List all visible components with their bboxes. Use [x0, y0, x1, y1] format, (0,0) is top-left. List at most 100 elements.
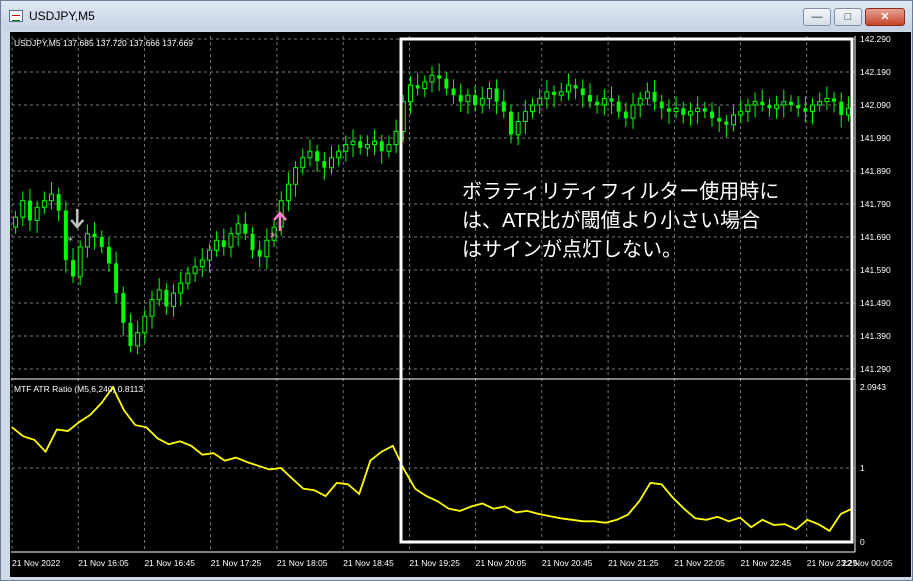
candle-body-bear	[164, 289, 169, 307]
candle-body-bull	[486, 88, 492, 99]
candle-body-bull	[530, 104, 535, 113]
candle-body-bull	[845, 107, 851, 116]
candle-body-bull	[687, 111, 693, 116]
candle-body-bear	[444, 78, 449, 89]
candle-body-bull	[329, 157, 334, 169]
candle-body-bear	[451, 88, 456, 96]
annotation-line: は、ATR比が閾値より小さい場合	[462, 210, 761, 232]
candle-body-bear	[315, 151, 320, 162]
candle-body-bear	[379, 141, 384, 152]
chart-background	[10, 32, 911, 577]
candle-body-bear	[681, 108, 686, 115]
candle-body-bear	[623, 111, 628, 119]
candle-body-bull	[558, 91, 564, 96]
price-tick-label: 141.490	[860, 298, 891, 308]
candle-body-bear	[552, 91, 557, 96]
annotation-line: ボラティリティフィルター使用時に	[462, 181, 780, 203]
candle-body-bull	[544, 91, 550, 99]
candle-body-bear	[128, 322, 133, 346]
candle-body-bear	[473, 95, 478, 105]
candle-body-bull	[429, 74, 435, 83]
price-tick-label: 141.590	[860, 265, 891, 275]
candle-body-bear	[580, 88, 585, 96]
candle-body-bull	[824, 97, 830, 103]
candle-body-bull	[285, 183, 291, 202]
time-tick-label: 22 Nov 00:05	[842, 558, 893, 568]
candle-body-bull	[77, 246, 83, 278]
candle-body-bear	[221, 240, 226, 247]
candle-body-bear	[702, 108, 707, 112]
candle-body-bull	[185, 272, 191, 284]
candle-body-bear	[71, 260, 75, 277]
buy-signal-star: *	[270, 230, 276, 244]
candle-body-bull	[350, 140, 356, 146]
candle-body-bull	[228, 233, 234, 248]
candle-body-bear	[573, 85, 578, 89]
candle-body-bear	[767, 105, 772, 109]
candle-body-bull	[364, 144, 370, 149]
candle-body-bull	[34, 206, 40, 222]
candle-body-bull	[386, 144, 392, 152]
candle-body-bull	[752, 101, 758, 106]
candle-body-bear	[710, 111, 714, 119]
candle-body-bear	[796, 105, 801, 109]
candle-body-bear	[789, 101, 793, 105]
candle-body-bear	[121, 293, 126, 323]
candle-body-bull	[422, 81, 428, 90]
candle-body-bull	[630, 104, 636, 119]
candle-body-bull	[84, 233, 90, 248]
candle-body-bull	[393, 130, 399, 146]
candle-body-bear	[760, 101, 765, 105]
candle-body-bull	[192, 266, 198, 274]
candle-body-bear	[616, 101, 621, 112]
candle-body-bull	[515, 121, 521, 136]
candle-body-bull	[20, 200, 26, 218]
candle-body-bear	[724, 121, 729, 125]
candle-body-bull	[407, 84, 413, 103]
candle-body-bear	[659, 101, 664, 109]
candle-body-bull	[142, 315, 148, 334]
candle-body-bull	[307, 150, 313, 159]
candle-body-bull	[41, 200, 47, 208]
candle-body-bull	[343, 144, 349, 152]
candle-body-bull	[810, 104, 815, 113]
atr-header: MTF ATR Ratio (M5,6,240) 0.8113	[14, 384, 143, 394]
candle-body-bear	[494, 88, 499, 102]
candle-body-bull	[673, 107, 679, 113]
candle-body-bull	[336, 150, 342, 159]
candle-body-bull	[601, 97, 607, 106]
price-tick-label: 141.390	[860, 331, 891, 341]
candle-body-bull	[199, 259, 205, 268]
candle-body-bull	[745, 104, 751, 113]
candle-body-bull	[235, 223, 241, 235]
annotation-line: はサインが点灯しない。	[462, 239, 682, 261]
time-tick-label: 21 Nov 16:05	[78, 558, 129, 568]
time-tick-label: 21 Nov 18:45	[343, 558, 394, 568]
candle-body-bull	[522, 111, 528, 122]
candle-body-bear	[243, 223, 248, 234]
atr-tick-label: 1	[860, 463, 865, 473]
atr-tick-label: 0	[860, 537, 865, 547]
candle-body-bear	[609, 98, 614, 102]
candle-body-bear	[106, 246, 111, 264]
price-tick-label: 141.990	[860, 133, 891, 143]
time-tick-label: 21 Nov 2022	[12, 558, 60, 568]
price-tick-label: 141.690	[860, 232, 891, 242]
candle-body-bull	[149, 299, 155, 317]
candle-body-bull	[738, 111, 744, 116]
time-tick-label: 21 Nov 19:25	[409, 558, 460, 568]
candle-body-bull	[293, 167, 299, 185]
candle-body-bull	[565, 84, 571, 93]
candle-body-bull	[537, 97, 543, 106]
candle-body-bear	[587, 95, 592, 102]
price-tick-label: 141.290	[860, 364, 891, 374]
candle-body-bear	[322, 161, 327, 168]
candle-body-bear	[839, 101, 844, 115]
candle-body-bull	[13, 216, 19, 228]
price-tick-label: 142.090	[860, 100, 891, 110]
candle-body-bull	[135, 332, 141, 347]
chart-canvas[interactable]: * * 142.290 142.190 142.090 141.990 141.890 14…	[0, 0, 913, 581]
candle-body-bear	[415, 85, 420, 89]
candle-body-bull	[264, 239, 270, 258]
time-tick-label: 21 Nov 20:05	[476, 558, 527, 568]
